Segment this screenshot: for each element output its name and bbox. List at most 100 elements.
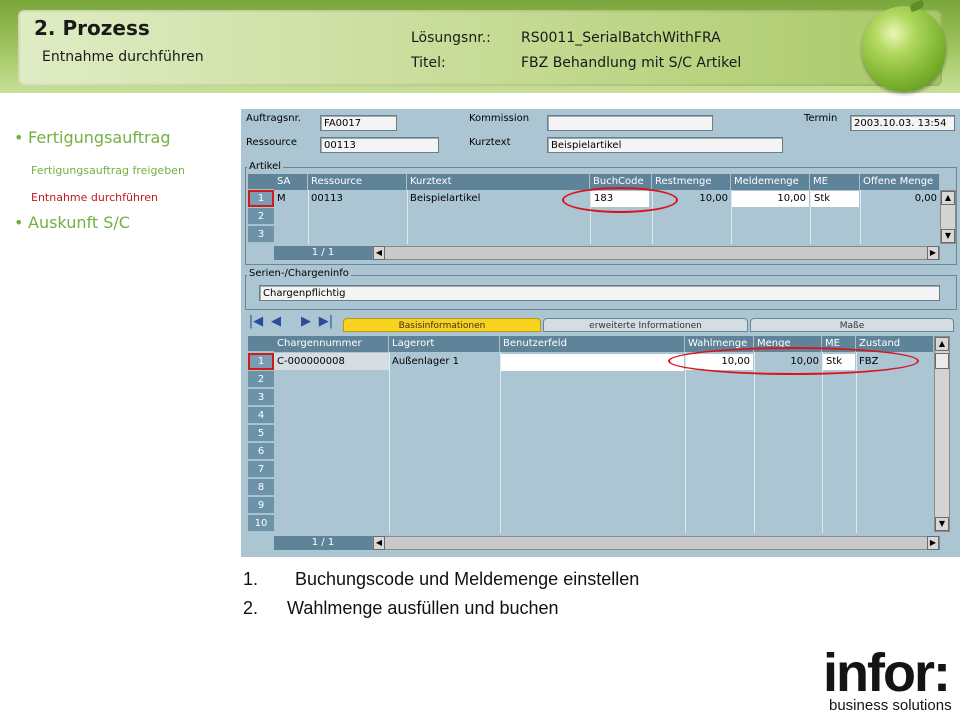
solution-label: Lösungsnr.:	[411, 30, 491, 46]
solution-value: RS0011_SerialBatchWithFRA	[521, 30, 721, 46]
last-record-icon[interactable]: ▶|	[317, 315, 335, 329]
auftragsnr-field[interactable]: FA0017	[320, 115, 397, 131]
col-header-chargennummer[interactable]: Chargennummer	[274, 336, 389, 352]
charge-pager: 1 / 1	[274, 536, 372, 550]
nav-item-label: Fertigungsauftrag	[28, 128, 171, 147]
grid-line	[685, 352, 686, 533]
grid-line	[754, 352, 755, 533]
page-subtitle: Entnahme durchführen	[42, 49, 204, 65]
benutzerfeld-input[interactable]	[501, 354, 684, 371]
row-number-2[interactable]: 2	[248, 208, 274, 225]
previous-record-icon[interactable]: ◀	[267, 315, 285, 329]
col-header-ressource[interactable]: Ressource	[308, 174, 407, 190]
chargenpflichtig-field[interactable]: Chargenpflichtig	[259, 285, 940, 301]
row-number-10[interactable]: 10	[248, 515, 274, 532]
col-header-offene-menge[interactable]: Offene Menge	[860, 174, 940, 190]
row-number-4[interactable]: 4	[248, 407, 274, 424]
charge-vertical-scrollbar[interactable]: ▲ ▼	[934, 336, 950, 532]
tab-erweiterte-informationen[interactable]: erweiterte Informationen	[543, 318, 748, 332]
doc-title-label: Titel:	[411, 55, 446, 71]
row-number-8[interactable]: 8	[248, 479, 274, 496]
erp-window: Auftragsnr. FA0017 Kommission Termin 200…	[241, 109, 960, 557]
col-header-kurztext[interactable]: Kurztext	[407, 174, 590, 190]
scroll-down-icon[interactable]: ▼	[941, 229, 955, 243]
next-record-icon[interactable]: ▶	[297, 315, 315, 329]
step-1: 1. Buchungscode und Meldemenge einstellen	[243, 569, 639, 590]
bullet-icon: •	[14, 128, 24, 147]
infor-logo: infor:	[823, 643, 951, 703]
row-number-2[interactable]: 2	[248, 371, 274, 388]
col-header-restmenge[interactable]: Restmenge	[652, 174, 731, 190]
kurztext-label: Kurztext	[469, 137, 511, 148]
step-2: 2. Wahlmenge ausfüllen und buchen	[243, 598, 559, 619]
row-number-6[interactable]: 6	[248, 443, 274, 460]
kurztext-field[interactable]: Beispielartikel	[547, 137, 783, 153]
first-record-icon[interactable]: |◀	[247, 315, 265, 329]
kommission-field[interactable]	[547, 115, 713, 131]
header-panel	[18, 10, 942, 86]
termin-field[interactable]: 2003.10.03. 13:54	[850, 115, 955, 131]
doc-title-value: FBZ Behandlung mit S/C Artikel	[521, 55, 742, 71]
apple-logo-icon	[862, 6, 946, 92]
col-header-me[interactable]: ME	[810, 174, 860, 190]
step-text: Buchungscode und Meldemenge einstellen	[295, 569, 640, 589]
scroll-right-icon[interactable]: ▶	[927, 536, 939, 550]
cell-offene-menge[interactable]: 0,00	[860, 190, 940, 207]
step-number: 1.	[243, 569, 259, 589]
ressource-field[interactable]: 00113	[320, 137, 439, 153]
nav-item-fertigungsauftrag-freigeben[interactable]: Fertigungsauftrag freigeben	[31, 164, 185, 177]
scroll-right-icon[interactable]: ▶	[927, 246, 939, 260]
row-number-5[interactable]: 5	[248, 425, 274, 442]
infor-tagline: business solutions	[829, 697, 952, 714]
kommission-label: Kommission	[469, 113, 530, 124]
termin-label: Termin	[804, 113, 838, 124]
grid-line	[389, 352, 390, 533]
row-number-3[interactable]: 3	[248, 226, 274, 243]
tab-basisinformationen[interactable]: Basisinformationen	[343, 318, 541, 332]
col-header-sa[interactable]: SA	[274, 174, 308, 190]
auftragsnr-label: Auftragsnr.	[246, 113, 301, 124]
meldemenge-input[interactable]: 10,00	[732, 191, 809, 207]
col-header-lagerort[interactable]: Lagerort	[389, 336, 500, 352]
artikel-horizontal-scrollbar[interactable]: ◀ ▶	[372, 246, 940, 260]
annotation-ellipse-buchcode	[562, 187, 678, 213]
scroll-up-icon[interactable]: ▲	[935, 337, 949, 351]
grid-line	[500, 352, 501, 533]
artikel-group-title: Artikel	[247, 161, 284, 172]
table-corner	[248, 336, 274, 352]
cell-sa[interactable]: M	[274, 190, 308, 207]
row-number-3[interactable]: 3	[248, 389, 274, 406]
row-number-9[interactable]: 9	[248, 497, 274, 514]
step-text: Wahlmenge ausfüllen und buchen	[287, 598, 559, 618]
scroll-thumb[interactable]	[935, 353, 949, 369]
header-banner	[0, 0, 960, 93]
me-input[interactable]: Stk	[811, 191, 859, 207]
step-number: 2.	[243, 598, 259, 618]
scroll-left-icon[interactable]: ◀	[373, 536, 385, 550]
page-title: 2. Prozess	[34, 16, 150, 40]
cell-chargennummer[interactable]: C-000000008	[274, 353, 389, 370]
col-header-meldemenge[interactable]: Meldemenge	[731, 174, 810, 190]
cell-ressource[interactable]: 00113	[308, 190, 407, 207]
nav-item-auskunft-sc[interactable]: • Auskunft S/C	[14, 213, 130, 232]
row-number-1[interactable]: 1	[248, 353, 274, 370]
ressource-label: Ressource	[246, 137, 298, 148]
scroll-left-icon[interactable]: ◀	[373, 246, 385, 260]
tab-masse[interactable]: Maße	[750, 318, 954, 332]
artikel-pager: 1 / 1	[274, 246, 372, 260]
grid-line	[856, 352, 857, 533]
grid-line	[822, 352, 823, 533]
cell-lagerort[interactable]: Außenlager 1	[389, 353, 500, 370]
serien-chargeninfo-title: Serien-/Chargeninfo	[247, 268, 351, 279]
row-number-7[interactable]: 7	[248, 461, 274, 478]
nav-item-entnahme-durchfuehren[interactable]: Entnahme durchführen	[31, 191, 158, 204]
nav-item-fertigungsauftrag[interactable]: • Fertigungsauftrag	[14, 128, 171, 147]
artikel-vertical-scrollbar[interactable]: ▲ ▼	[940, 190, 956, 244]
charge-horizontal-scrollbar[interactable]: ◀ ▶	[372, 536, 940, 550]
bullet-icon: •	[14, 213, 24, 232]
scroll-down-icon[interactable]: ▼	[935, 517, 949, 531]
col-header-benutzerfeld[interactable]: Benutzerfeld	[500, 336, 685, 352]
table-corner	[248, 174, 274, 190]
row-number-1[interactable]: 1	[248, 190, 274, 207]
scroll-up-icon[interactable]: ▲	[941, 191, 955, 205]
